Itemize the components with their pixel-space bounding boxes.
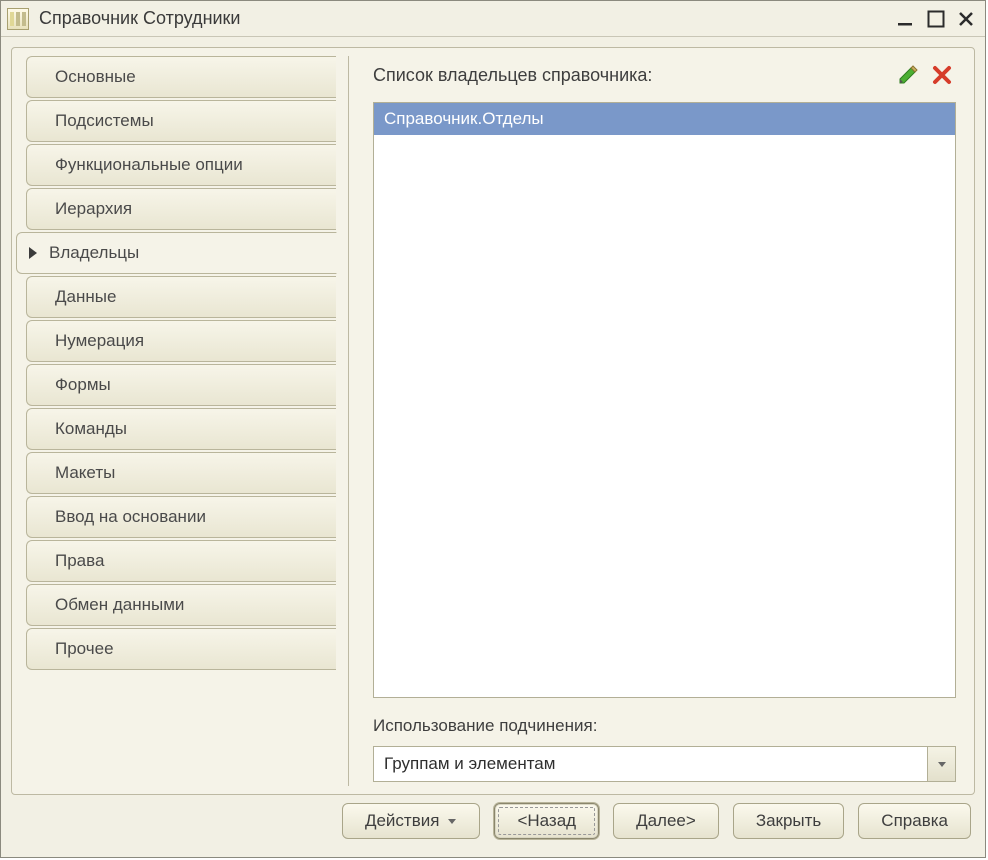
chevron-down-icon: [447, 816, 457, 826]
tab-exchange[interactable]: Обмен данными: [26, 584, 336, 626]
tab-main[interactable]: Основные: [26, 56, 336, 98]
tab-label: Ввод на основании: [55, 507, 206, 527]
next-button[interactable]: Далее>: [613, 803, 719, 839]
tab-label: Основные: [55, 67, 136, 87]
footer-buttons: Действия <Назад Далее> Закрыть Справка: [11, 795, 975, 847]
tab-numbering[interactable]: Нумерация: [26, 320, 336, 362]
back-button[interactable]: <Назад: [494, 803, 599, 839]
tab-rights[interactable]: Права: [26, 540, 336, 582]
client-area: Основные Подсистемы Функциональные опции Ие…: [1, 37, 985, 857]
actions-button[interactable]: Действия: [342, 803, 480, 839]
tab-label: Подсистемы: [55, 111, 154, 131]
tab-label: Права: [55, 551, 104, 571]
close-button[interactable]: [951, 5, 981, 33]
app-icon: [7, 8, 29, 30]
tab-label: Обмен данными: [55, 595, 184, 615]
tab-inputbasis[interactable]: Ввод на основании: [26, 496, 336, 538]
tab-other[interactable]: Прочее: [26, 628, 336, 670]
tab-label: Команды: [55, 419, 127, 439]
owners-content: Список владельцев справочника:: [348, 56, 966, 786]
chevron-down-icon[interactable]: [927, 747, 955, 781]
tab-layouts[interactable]: Макеты: [26, 452, 336, 494]
main-panel: Основные Подсистемы Функциональные опции Ие…: [11, 47, 975, 795]
tab-label: Иерархия: [55, 199, 132, 219]
window: Справочник Сотрудники Основные Подсистемы…: [0, 0, 986, 858]
tab-list: Основные Подсистемы Функциональные опции Ие…: [20, 56, 336, 786]
tab-label: Формы: [55, 375, 111, 395]
tab-label: Прочее: [55, 639, 114, 659]
tab-label: Нумерация: [55, 331, 144, 351]
tab-label: Функциональные опции: [55, 155, 243, 175]
selected-arrow-icon: [29, 247, 37, 259]
back-label: <Назад: [517, 811, 576, 831]
tab-commands[interactable]: Команды: [26, 408, 336, 450]
tab-funcopts[interactable]: Функциональные опции: [26, 144, 336, 186]
owners-listbox[interactable]: Справочник.Отделы: [373, 102, 956, 698]
close-dialog-button[interactable]: Закрыть: [733, 803, 844, 839]
window-title: Справочник Сотрудники: [39, 8, 891, 29]
subordination-value: Группам и элементам: [374, 754, 927, 774]
subordination-label: Использование подчинения:: [373, 716, 956, 736]
titlebar: Справочник Сотрудники: [1, 1, 985, 37]
tab-owners[interactable]: Владельцы: [16, 232, 337, 274]
list-item[interactable]: Справочник.Отделы: [374, 103, 955, 135]
tab-label: Владельцы: [49, 243, 139, 263]
delete-icon[interactable]: [928, 62, 956, 88]
tab-forms[interactable]: Формы: [26, 364, 336, 406]
tab-label: Данные: [55, 287, 116, 307]
tab-hierarchy[interactable]: Иерархия: [26, 188, 336, 230]
edit-icon[interactable]: [894, 62, 922, 88]
tab-data[interactable]: Данные: [26, 276, 336, 318]
help-label: Справка: [881, 811, 948, 831]
minimize-button[interactable]: [891, 5, 921, 33]
tab-subsystems[interactable]: Подсистемы: [26, 100, 336, 142]
maximize-button[interactable]: [921, 5, 951, 33]
close-label: Закрыть: [756, 811, 821, 831]
next-label: Далее>: [636, 811, 696, 831]
actions-label: Действия: [365, 811, 439, 831]
owners-heading: Список владельцев справочника:: [373, 65, 888, 86]
help-button[interactable]: Справка: [858, 803, 971, 839]
tab-label: Макеты: [55, 463, 115, 483]
subordination-combo[interactable]: Группам и элементам: [373, 746, 956, 782]
